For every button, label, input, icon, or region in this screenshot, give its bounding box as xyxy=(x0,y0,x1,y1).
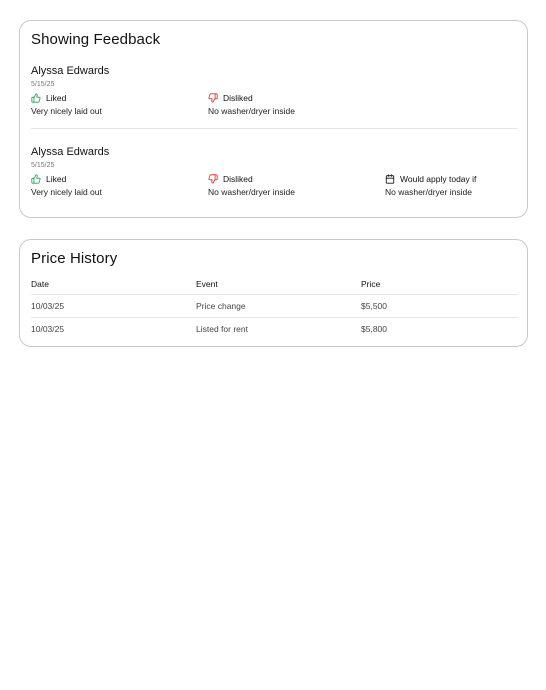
liked-section: Liked Very nicely laid out xyxy=(31,173,102,197)
price-history-table: Date Event Price 10/03/25 Price change $… xyxy=(31,274,518,340)
thumbs-down-icon xyxy=(208,174,218,184)
thumbs-down-icon xyxy=(208,93,218,103)
table-row: 10/03/25 Listed for rent $5,800 xyxy=(31,317,518,340)
column-header-price: Price xyxy=(361,274,518,295)
disliked-label: Disliked xyxy=(223,174,253,184)
column-header-date: Date xyxy=(31,274,196,295)
disliked-section: Disliked No washer/dryer inside xyxy=(208,92,295,116)
liked-text: Very nicely laid out xyxy=(31,187,102,197)
row-event: Price change xyxy=(196,294,361,318)
would-apply-text: No washer/dryer inside xyxy=(385,187,472,197)
liked-label: Liked xyxy=(46,93,67,103)
reviewer-name: Alyssa Edwards xyxy=(31,146,110,158)
row-date: 10/03/25 xyxy=(31,323,65,334)
showing-feedback-title: Showing Feedback xyxy=(31,31,161,48)
feedback-entry: Alyssa Edwards 5/15/25 Liked Very nicely… xyxy=(31,65,518,125)
table-header-row: Date Event Price xyxy=(31,274,518,295)
would-apply-section: Would apply today if No washer/dryer ins… xyxy=(385,173,476,197)
row-date: 10/03/25 xyxy=(31,294,196,318)
row-price: $5,500 xyxy=(361,294,518,318)
price-history-card: Price History Date Event Price 10/03/25 … xyxy=(19,239,528,347)
feedback-entry: Alyssa Edwards 5/15/25 Liked Very nicely… xyxy=(31,146,518,206)
reviewer-name: Alyssa Edwards xyxy=(31,65,110,77)
row-event: Listed for rent xyxy=(196,323,248,334)
feedback-date: 5/15/25 xyxy=(31,162,55,169)
thumbs-up-icon xyxy=(31,174,41,184)
liked-section: Liked Very nicely laid out xyxy=(31,92,102,116)
disliked-text: No washer/dryer inside xyxy=(208,106,295,116)
calendar-icon xyxy=(385,174,395,184)
row-price: $5,800 xyxy=(361,323,387,334)
liked-text: Very nicely laid out xyxy=(31,106,102,116)
showing-feedback-card: Showing Feedback Alyssa Edwards 5/15/25 … xyxy=(19,20,528,218)
table-row: 10/03/25 Price change $5,500 xyxy=(31,294,518,318)
disliked-text: No washer/dryer inside xyxy=(208,187,295,197)
disliked-label: Disliked xyxy=(223,93,253,103)
thumbs-up-icon xyxy=(31,93,41,103)
liked-label: Liked xyxy=(46,174,67,184)
entry-divider xyxy=(31,128,518,129)
would-apply-label: Would apply today if xyxy=(400,174,477,184)
feedback-date: 5/15/25 xyxy=(31,81,55,88)
disliked-section: Disliked No washer/dryer inside xyxy=(208,173,295,197)
price-history-title: Price History xyxy=(31,250,118,267)
column-header-event: Event xyxy=(196,274,361,295)
